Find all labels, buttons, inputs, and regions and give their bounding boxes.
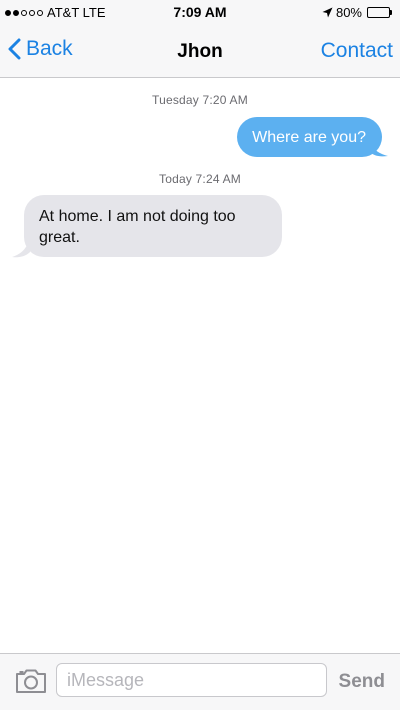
contact-button[interactable]: Contact: [321, 39, 393, 63]
camera-icon[interactable]: [15, 668, 47, 694]
battery-icon: [367, 7, 392, 18]
outgoing-message-bubble[interactable]: Where are you?: [237, 117, 382, 157]
imessage-input[interactable]: [56, 663, 327, 697]
chevron-left-icon: [8, 38, 26, 60]
message-timestamp: Tuesday 7:20 AM: [152, 93, 248, 107]
send-button[interactable]: Send: [339, 671, 385, 693]
message-timestamp: Today 7:24 AM: [159, 172, 241, 186]
back-button[interactable]: Back: [8, 37, 73, 61]
back-label: Back: [26, 37, 73, 60]
location-arrow-icon: [322, 7, 333, 18]
battery-percent: 80%: [335, 5, 362, 20]
status-bar: AT&T LTE 7:09 AM 80%: [0, 0, 400, 26]
nav-bar: Back Jhon Contact: [0, 26, 400, 78]
battery-area: 80%: [322, 5, 392, 20]
incoming-message-bubble[interactable]: At home. I am not doing too great.: [24, 195, 282, 257]
message-input-bar: Send: [0, 653, 400, 710]
